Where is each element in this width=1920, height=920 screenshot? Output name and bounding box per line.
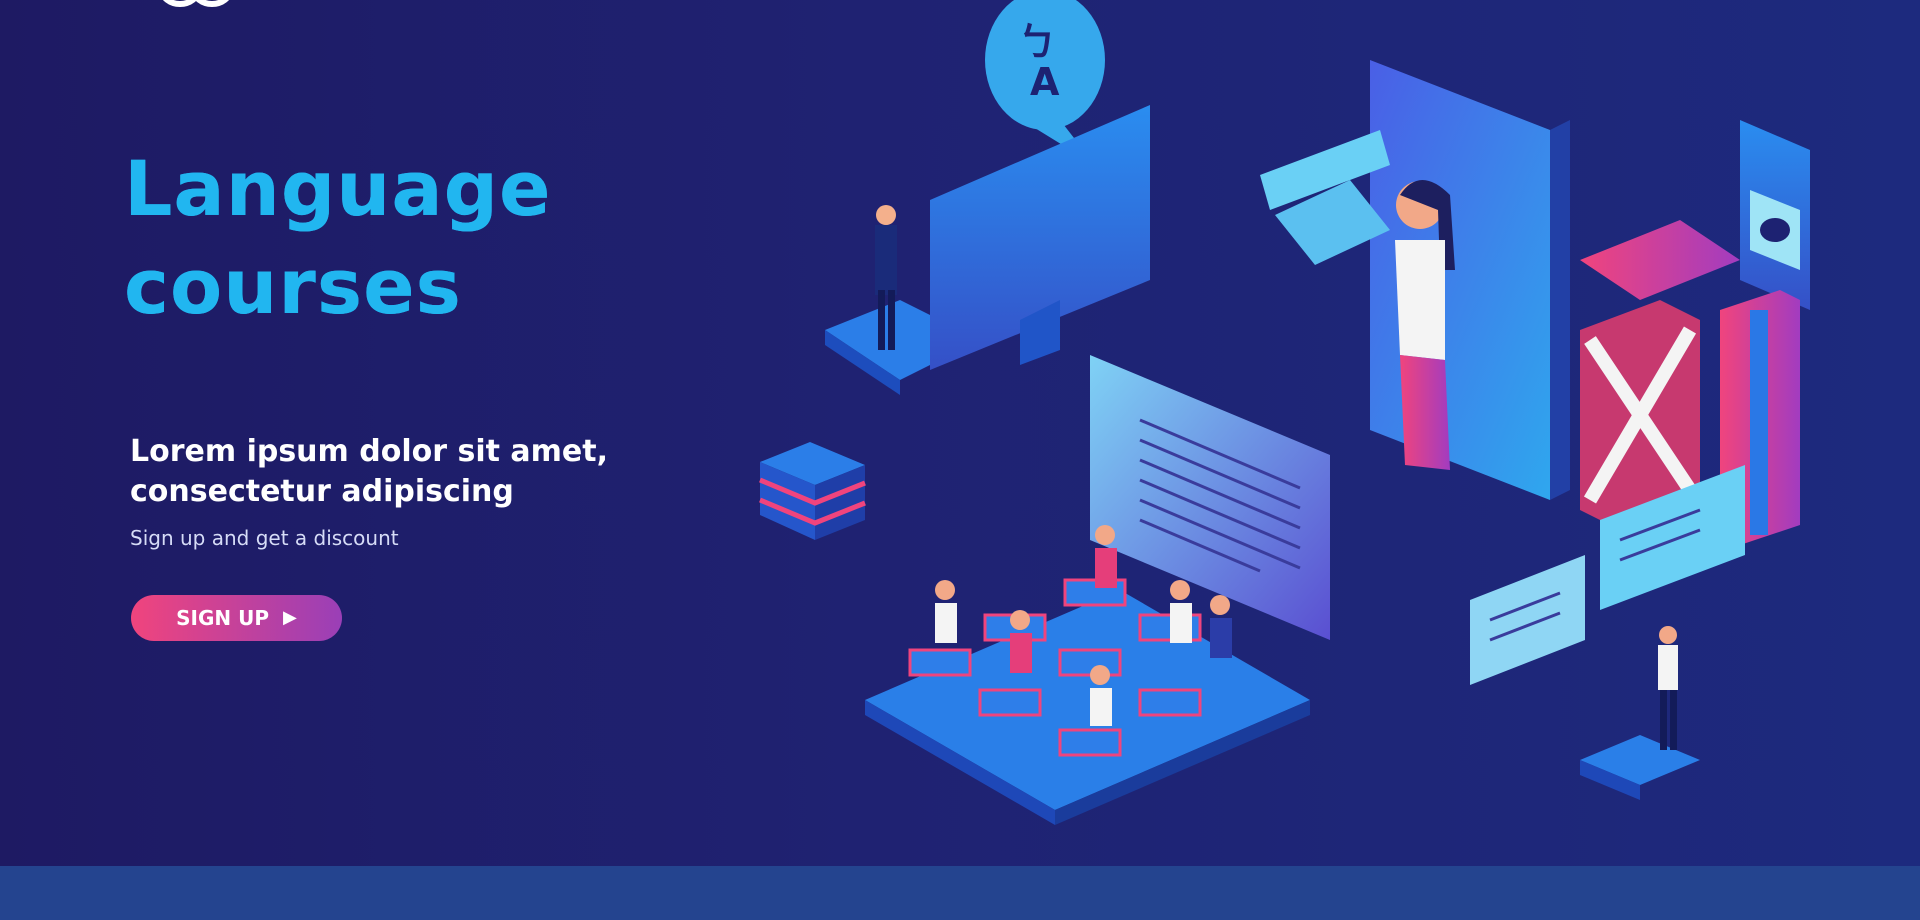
phone-with-teacher <box>1260 60 1570 500</box>
book-stack <box>1580 120 1810 545</box>
footer-band <box>0 866 1920 920</box>
subheading: Lorem ipsum dolor sit amet, consectetur … <box>130 432 608 512</box>
standing-person <box>1580 626 1700 800</box>
monitor-with-presenter <box>825 105 1150 395</box>
title-line-2: courses <box>124 242 462 331</box>
subheading-line-1: Lorem ipsum dolor sit amet, <box>130 434 608 469</box>
stacked-cube <box>759 442 866 540</box>
logo <box>162 0 230 7</box>
play-icon: ▶ <box>283 607 297 628</box>
hero-section: Language courses Lorem ipsum dolor sit a… <box>0 0 1920 866</box>
discount-tagline: Sign up and get a discount <box>130 526 399 550</box>
sign-up-button[interactable]: SIGN UP ▶ <box>131 595 342 641</box>
bubble-text-1: ㄅ <box>1018 20 1056 64</box>
isometric-illustration: ㄅ A <box>759 0 1810 825</box>
page-title: Language courses <box>124 140 552 336</box>
sign-up-label: SIGN UP <box>176 606 270 630</box>
title-line-1: Language <box>124 144 552 233</box>
bubble-text-2: A <box>1030 60 1060 104</box>
subheading-line-2: consectetur adipiscing <box>130 474 514 509</box>
